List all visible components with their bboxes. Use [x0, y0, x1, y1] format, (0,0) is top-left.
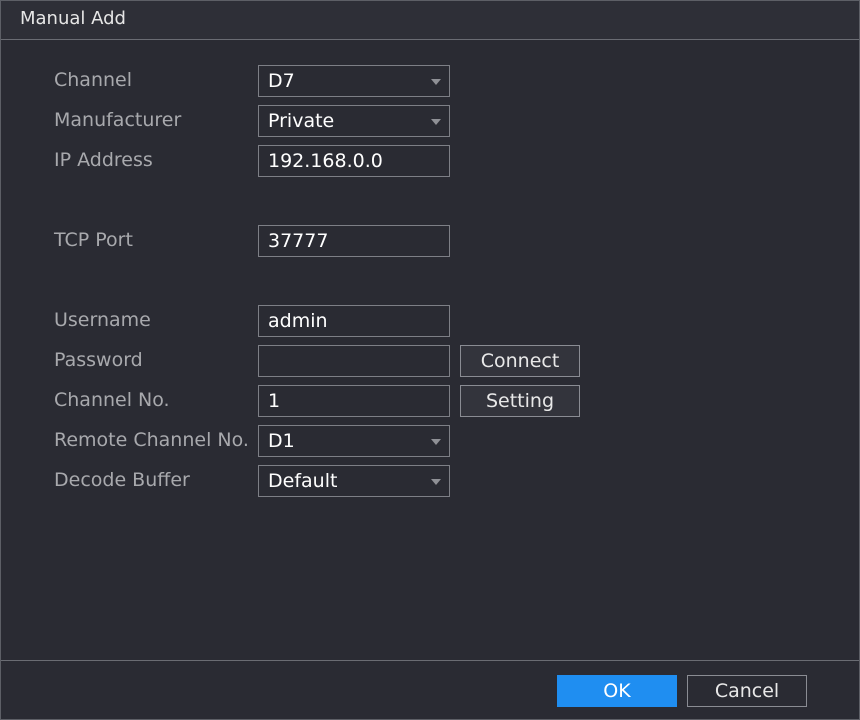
ip-address-field — [258, 145, 450, 177]
password-input[interactable] — [259, 346, 448, 376]
manual-add-dialog: Manual Add Channel D7 Manufacturer Priva… — [0, 0, 860, 720]
tcp-port-label: TCP Port — [54, 229, 133, 251]
tcp-port-field — [258, 225, 450, 257]
channel-select[interactable]: D7 — [258, 65, 450, 97]
ip-address-input[interactable] — [259, 146, 448, 176]
cancel-button[interactable]: Cancel — [687, 675, 807, 707]
ip-address-label: IP Address — [54, 149, 153, 171]
chevron-down-icon — [431, 439, 441, 445]
dialog-titlebar: Manual Add — [1, 1, 859, 40]
password-field — [258, 345, 450, 377]
decode-buffer-select[interactable]: Default — [258, 465, 450, 497]
manufacturer-select[interactable]: Private — [258, 105, 450, 137]
chevron-down-icon — [431, 479, 441, 485]
decode-buffer-select-value: Default — [268, 470, 338, 492]
channel-no-input[interactable] — [259, 386, 448, 416]
remote-channel-no-label: Remote Channel No. — [54, 429, 249, 451]
channel-no-label: Channel No. — [54, 389, 170, 411]
connect-button[interactable]: Connect — [460, 345, 580, 377]
username-input[interactable] — [259, 306, 448, 336]
manufacturer-label: Manufacturer — [54, 109, 182, 131]
remote-channel-no-select[interactable]: D1 — [258, 425, 450, 457]
chevron-down-icon — [431, 119, 441, 125]
username-label: Username — [54, 309, 151, 331]
ok-button[interactable]: OK — [557, 675, 677, 707]
remote-channel-no-select-value: D1 — [268, 430, 295, 452]
decode-buffer-label: Decode Buffer — [54, 469, 190, 491]
tcp-port-input[interactable] — [259, 226, 448, 256]
password-label: Password — [54, 349, 143, 371]
manufacturer-select-value: Private — [268, 110, 335, 132]
channel-label: Channel — [54, 69, 133, 91]
chevron-down-icon — [431, 79, 441, 85]
username-field — [258, 305, 450, 337]
footer-divider — [1, 660, 859, 661]
channel-no-field — [258, 385, 450, 417]
dialog-title: Manual Add — [20, 8, 126, 29]
setting-button[interactable]: Setting — [460, 385, 580, 417]
channel-select-value: D7 — [268, 70, 295, 92]
